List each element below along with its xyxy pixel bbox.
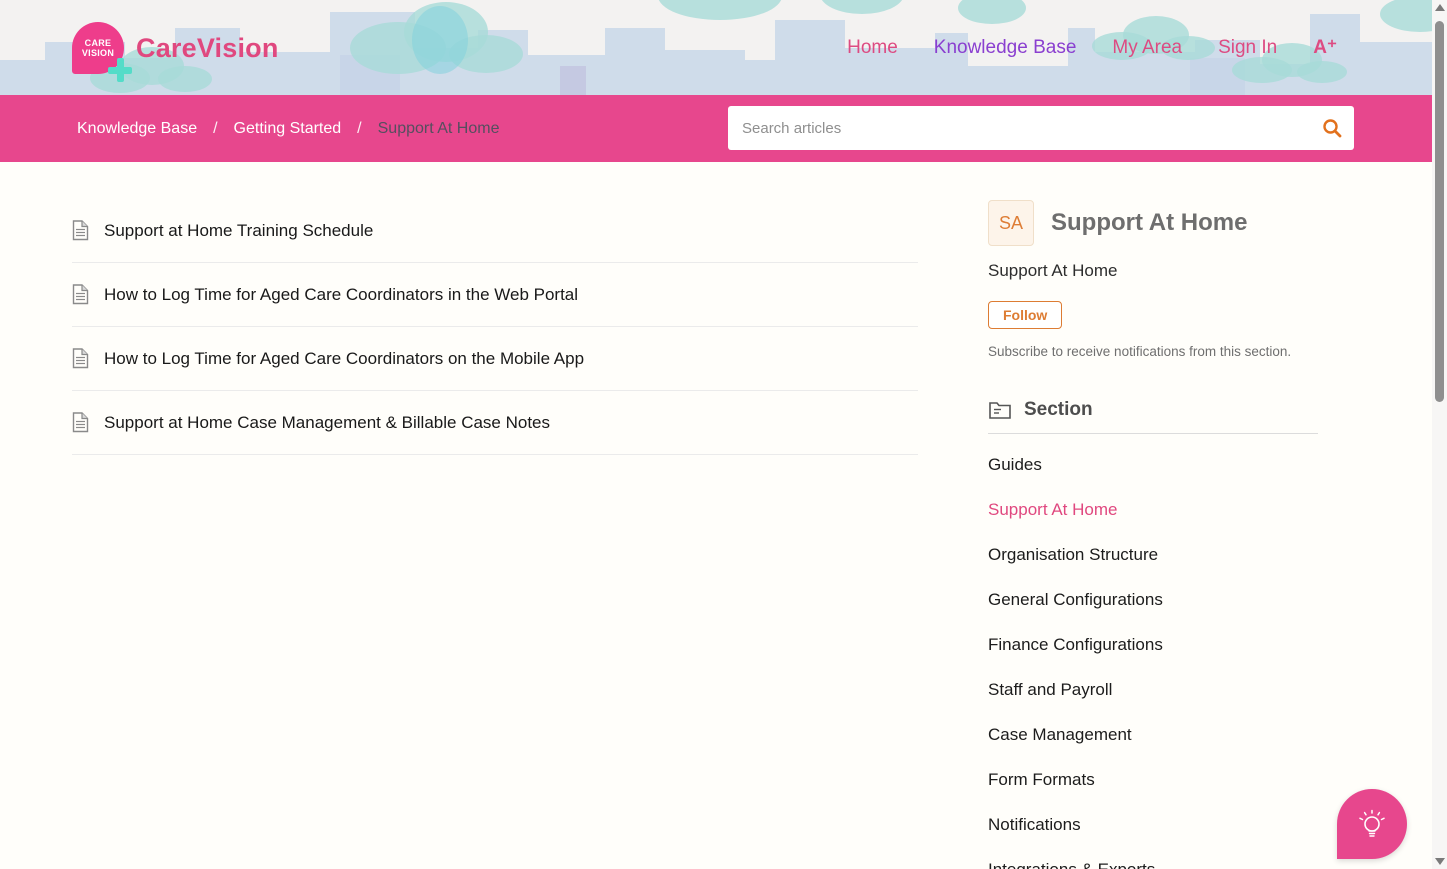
- document-icon: [72, 220, 89, 241]
- article-row[interactable]: Support at Home Training Schedule: [72, 199, 918, 263]
- document-icon: [72, 348, 89, 369]
- breadcrumb-bar: Knowledge Base / Getting Started / Suppo…: [0, 95, 1432, 162]
- section-item-notifications[interactable]: Notifications: [988, 802, 1318, 847]
- article-row[interactable]: Support at Home Case Management & Billab…: [72, 391, 918, 455]
- section-item-integrations-exports[interactable]: Integrations & Exports: [988, 847, 1318, 869]
- section-item-general-configurations[interactable]: General Configurations: [988, 577, 1318, 622]
- nav-sign-in[interactable]: Sign In: [1218, 37, 1277, 59]
- section-sidebar: SA Support At Home Support At Home Follo…: [988, 200, 1318, 869]
- article-title: Support at Home Training Schedule: [104, 220, 374, 240]
- font-size-increase-icon[interactable]: A⁺: [1313, 36, 1337, 59]
- section-item-form-formats[interactable]: Form Formats: [988, 757, 1318, 802]
- subscribe-note: Subscribe to receive notifications from …: [988, 344, 1292, 359]
- logo-wordmark: CareVision: [136, 32, 279, 63]
- logo-badge-line2: VISION: [81, 48, 115, 58]
- section-list-title: Section: [1024, 399, 1093, 420]
- article-title: How to Log Time for Aged Care Coordinato…: [104, 348, 585, 368]
- search-input[interactable]: [728, 119, 1310, 137]
- article-title: How to Log Time for Aged Care Coordinato…: [104, 284, 579, 304]
- follow-button[interactable]: Follow: [988, 301, 1063, 329]
- section-list-header: Section: [988, 399, 1318, 421]
- section-item-case-management[interactable]: Case Management: [988, 712, 1318, 757]
- document-icon: [72, 284, 89, 305]
- search-button[interactable]: [1310, 106, 1354, 150]
- scroll-up-arrow[interactable]: [1432, 0, 1447, 15]
- section-item-organisation-structure[interactable]: Organisation Structure: [988, 532, 1318, 577]
- page-title: Support At Home: [1051, 209, 1248, 236]
- folder-icon: [989, 402, 1011, 419]
- scroll-down-arrow[interactable]: [1432, 854, 1447, 869]
- avatar: SA: [988, 200, 1034, 246]
- divider: [988, 433, 1318, 434]
- section-heading: SA Support At Home: [988, 200, 1318, 246]
- document-icon: [72, 412, 89, 433]
- knowledge-base-page: CARE VISION CareVision Home Knowledge Ba…: [0, 0, 1447, 869]
- article-list: Support at Home Training Schedule How to…: [72, 199, 918, 455]
- section-list: Guides Support At Home Organisation Stru…: [988, 442, 1318, 869]
- breadcrumb: Knowledge Base / Getting Started / Suppo…: [77, 95, 499, 162]
- top-navigation: Home Knowledge Base My Area Sign In A⁺: [847, 0, 1337, 95]
- article-row[interactable]: How to Log Time for Aged Care Coordinato…: [72, 263, 918, 327]
- section-item-finance-configurations[interactable]: Finance Configurations: [988, 622, 1318, 667]
- breadcrumb-separator: /: [357, 119, 362, 137]
- scrollbar-thumb[interactable]: [1435, 21, 1444, 402]
- breadcrumb-getting-started[interactable]: Getting Started: [234, 120, 342, 138]
- section-item-staff-and-payroll[interactable]: Staff and Payroll: [988, 667, 1318, 712]
- logo-badge: CARE VISION: [72, 22, 132, 82]
- logo[interactable]: CARE VISION CareVision: [72, 20, 279, 82]
- nav-knowledge-base[interactable]: Knowledge Base: [934, 37, 1077, 59]
- article-title: Support at Home Case Management & Billab…: [104, 412, 551, 432]
- nav-my-area[interactable]: My Area: [1112, 37, 1182, 59]
- search-box: [728, 106, 1354, 150]
- search-icon: [1323, 119, 1342, 138]
- breadcrumb-knowledge-base[interactable]: Knowledge Base: [77, 120, 197, 138]
- article-row[interactable]: How to Log Time for Aged Care Coordinato…: [72, 327, 918, 391]
- breadcrumb-current: Support At Home: [377, 119, 500, 137]
- page-scrollbar: [1432, 0, 1447, 869]
- logo-badge-line1: CARE: [84, 38, 112, 48]
- logo-plus-icon: [108, 58, 132, 82]
- section-item-support-at-home[interactable]: Support At Home: [988, 487, 1318, 532]
- feedback-lightbulb-button[interactable]: [1337, 789, 1407, 859]
- lightbulb-icon: [1359, 809, 1385, 837]
- site-header: CARE VISION CareVision Home Knowledge Ba…: [0, 0, 1432, 95]
- nav-home[interactable]: Home: [847, 37, 898, 59]
- section-subtitle: Support At Home: [988, 261, 1118, 280]
- breadcrumb-separator: /: [213, 119, 218, 137]
- section-item-guides[interactable]: Guides: [988, 442, 1318, 487]
